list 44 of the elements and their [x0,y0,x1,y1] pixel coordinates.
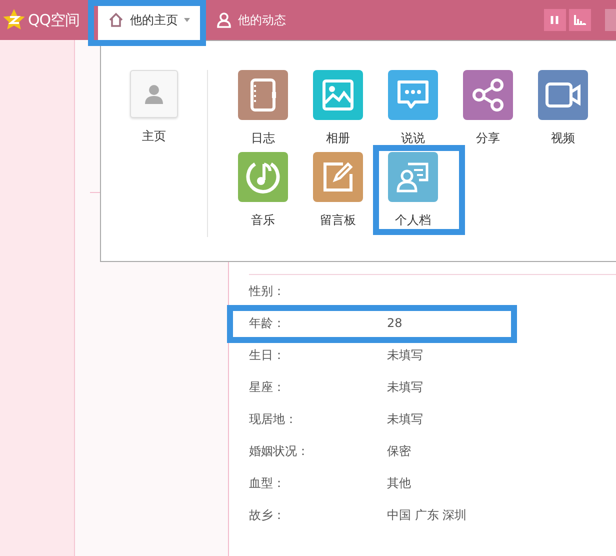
field-value: 28 [387,316,402,330]
caret-icon [184,18,190,22]
nav-tab[interactable]: 他的动态 [206,0,296,40]
pause-button[interactable] [544,9,566,31]
menu-label: 说说 [401,130,425,147]
menu-label: 日志 [251,130,275,147]
logo-text: QQ空间 [28,10,80,30]
field-label: 性别： [249,282,286,300]
share-icon[interactable] [463,70,513,120]
chat-icon[interactable] [388,70,438,120]
field-value: 其他 [387,474,411,492]
field-value: 保密 [387,442,411,460]
note-icon[interactable] [313,152,363,202]
field-label: 年龄： [249,314,286,332]
photo-icon[interactable] [313,70,363,120]
bar-chart-icon [574,15,586,25]
menu-label: 留言板 [320,212,356,229]
diary-icon[interactable] [238,70,288,120]
menu-label: 视频 [551,130,575,147]
field-value: 未填写 [387,378,423,396]
field-label: 星座： [249,378,286,396]
person-icon [142,82,166,106]
star-logo-icon [2,8,26,32]
menu-label: 音乐 [251,212,275,229]
menu-label: 主页 [142,128,166,145]
avatar-button[interactable] [130,70,178,118]
pause-icon [550,15,560,25]
field-label: 婚姻状况： [249,442,310,460]
menu-label: 个人档 [395,212,431,229]
home-icon [108,12,124,28]
chart-button[interactable] [569,9,591,31]
menu-label: 相册 [326,130,350,147]
field-value: 未填写 [387,346,423,364]
video-icon[interactable] [538,70,588,120]
field-label: 现居地： [249,410,298,428]
field-label: 生日： [249,346,286,364]
field-label: 血型： [249,474,286,492]
profile-icon[interactable] [388,152,438,202]
field-value: 中国 广东 深圳 [387,506,467,524]
field-label: 故乡： [249,506,286,524]
person-icon [216,12,232,28]
field-value: 未填写 [387,410,423,428]
music-icon[interactable] [238,152,288,202]
menu-label: 分享 [476,130,500,147]
